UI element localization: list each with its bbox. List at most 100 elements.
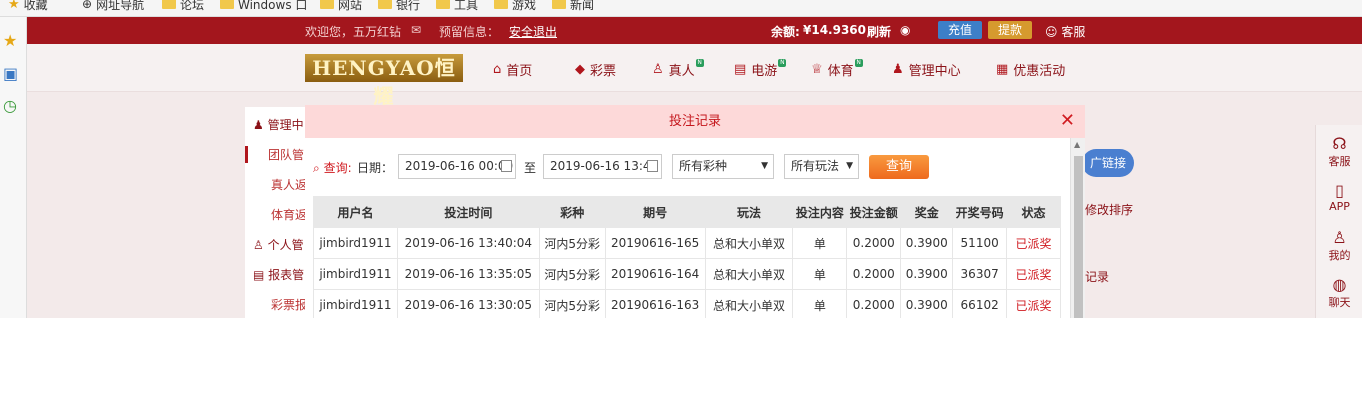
table-cell: 总和大小单双 xyxy=(704,258,794,290)
globe-icon: ⊕ xyxy=(82,0,93,11)
table-row: jimbird1911 2019-06-16 13:30:05 河内5分彩 20190… xyxy=(313,289,1061,318)
bet-record-modal: 投注记录 ✕ ⌕ 查询: 日期： 2019-06-16 00:00 至 2019… xyxy=(305,105,1085,318)
person-icon: ♙ xyxy=(253,238,264,252)
chat-float-button[interactable]: ◍ 聊天 xyxy=(1316,276,1362,310)
service-float-button[interactable]: ☊ 客服 xyxy=(1316,135,1362,169)
nav-live[interactable]: ♙ 真人 N xyxy=(652,58,708,79)
nav-slots[interactable]: ▤ 电游 N xyxy=(734,58,790,79)
person-icon: ♙ xyxy=(652,62,664,77)
nav-home[interactable]: ⌂ 首页 xyxy=(493,60,532,79)
table-cell: 河内5分彩 xyxy=(538,258,606,290)
play-select[interactable]: 所有玩法 ▼ xyxy=(784,154,859,179)
status-cell: 已派奖 xyxy=(1006,258,1061,290)
bet-record-table: 用户名 投注时间 彩种 期号 玩法 投注内容 投注金额 奖金 开奖号码 状态 j… xyxy=(313,196,1061,318)
table-cell: 0.3900 xyxy=(900,258,954,290)
table-cell: 2019-06-16 13:30:05 xyxy=(396,289,540,318)
chevron-down-icon: ▼ xyxy=(761,161,768,171)
table-cell: 单 xyxy=(792,227,848,259)
status-cell: 已派奖 xyxy=(1006,289,1061,318)
top-bar: 欢迎您， 五万红钻 ✉ 预留信息： 安全退出 余额: ¥14.9360 刷新 ◉… xyxy=(27,17,1362,44)
promo-link-button[interactable]: 广链接 xyxy=(1082,149,1134,177)
col-bet-time: 投注时间 xyxy=(396,196,540,228)
menu-personal[interactable]: ♙ 个人管 xyxy=(253,236,304,253)
mail-icon[interactable]: ✉ xyxy=(411,23,421,37)
eye-icon[interactable]: ◉ xyxy=(900,23,910,37)
table-cell: 51100 xyxy=(952,227,1008,259)
col-prize: 奖金 xyxy=(900,196,954,228)
lottery-select[interactable]: 所有彩种 ▼ xyxy=(672,154,774,179)
col-username: 用户名 xyxy=(313,196,398,228)
phone-icon: ▯ xyxy=(1335,181,1344,200)
welcome-text: 欢迎您， xyxy=(305,25,354,39)
site-logo[interactable]: HENGYAO恒耀 xyxy=(305,54,463,108)
bookmark-forum[interactable]: 论坛 xyxy=(162,0,204,13)
scroll-up-icon[interactable]: ▲ xyxy=(1074,140,1080,149)
table-cell: 66102 xyxy=(952,289,1008,318)
refresh-link[interactable]: 刷新 xyxy=(867,23,891,40)
date-from-input[interactable]: 2019-06-16 00:00 xyxy=(398,154,516,179)
bookmark-tools[interactable]: 工具 xyxy=(436,0,478,13)
folder-icon xyxy=(220,0,234,9)
bookmark-favorites[interactable]: ★ 收藏 xyxy=(8,0,48,13)
modal-scrollbar[interactable]: ▲ xyxy=(1070,138,1085,318)
table-cell: jimbird1911 xyxy=(313,258,398,290)
right-float-bar: ☊ 客服 ▯ APP ♙ 我的 ◍ 聊天 xyxy=(1315,125,1362,318)
bookmarks-bar: ★ 收藏 ⊕ 网址导航 论坛 Windows 口 网站 银行 工具 游戏 新闻 xyxy=(0,0,1362,17)
withdraw-button[interactable]: 提款 xyxy=(988,21,1032,39)
table-cell: 0.3900 xyxy=(900,227,954,259)
menu-lottery-report[interactable]: 彩票报 xyxy=(271,296,307,313)
query-button[interactable]: 查询 xyxy=(869,155,929,179)
favorites-star-icon[interactable]: ★ xyxy=(3,31,17,50)
modal-title: 投注记录 xyxy=(305,105,1085,138)
menu-sports-rebate[interactable]: 体育返 xyxy=(271,206,307,223)
calendar-icon xyxy=(501,160,512,172)
sort-link[interactable]: 修改排序 xyxy=(1085,201,1133,218)
history-clock-icon[interactable]: ◷ xyxy=(3,96,17,115)
service-link[interactable]: ☺ 客服 xyxy=(1045,23,1085,40)
menu-reports[interactable]: ▤ 报表管 xyxy=(253,266,304,283)
chat-icon: ◍ xyxy=(1332,275,1347,294)
nav-management[interactable]: ♟ 管理中心 xyxy=(892,60,961,79)
to-label: 至 xyxy=(524,161,537,175)
bookmark-news[interactable]: 新闻 xyxy=(552,0,594,13)
menu-live-rebate[interactable]: 真人返 xyxy=(271,176,307,193)
bookmark-sites[interactable]: 网站 xyxy=(320,0,362,13)
bookmark-bank[interactable]: 银行 xyxy=(378,0,420,13)
nav-lottery[interactable]: ◆ 彩票 xyxy=(575,60,616,79)
recharge-button[interactable]: 充值 xyxy=(938,21,982,39)
menu-team[interactable]: 团队管 xyxy=(245,146,304,163)
menu-management[interactable]: ♟ 管理中 xyxy=(253,116,304,133)
table-cell: 总和大小单双 xyxy=(704,227,794,259)
close-icon[interactable]: ✕ xyxy=(1060,111,1075,131)
reader-icon[interactable]: ▣ xyxy=(3,64,18,83)
logout-link[interactable]: 安全退出 xyxy=(509,23,557,40)
date-to-input[interactable]: 2019-06-16 13:4 xyxy=(543,154,662,179)
mine-float-button[interactable]: ♙ 我的 xyxy=(1316,229,1362,263)
gift-icon: ▦ xyxy=(996,62,1009,77)
bookmark-games[interactable]: 游戏 xyxy=(494,0,536,13)
browser-sidebar: ★ ▣ ◷ xyxy=(0,17,27,318)
query-bar: ⌕ 查询: 日期： 2019-06-16 00:00 至 2019-06-16 … xyxy=(305,154,1075,179)
table-cell: 0.2000 xyxy=(846,289,902,318)
table-cell: jimbird1911 xyxy=(313,289,398,318)
scroll-thumb[interactable] xyxy=(1074,156,1083,318)
app-float-button[interactable]: ▯ APP xyxy=(1316,181,1362,214)
table-cell: 20190616-164 xyxy=(604,258,706,290)
username: 五万红钻 xyxy=(353,25,402,39)
bookmark-windows[interactable]: Windows 口 xyxy=(220,0,307,13)
table-cell: 20190616-165 xyxy=(604,227,706,259)
record-link[interactable]: 记录 xyxy=(1085,268,1109,285)
col-lottery: 彩种 xyxy=(538,196,606,228)
table-cell: 河内5分彩 xyxy=(538,227,606,259)
service-icon: ☺ xyxy=(1045,25,1058,39)
nav-promotions[interactable]: ▦ 优惠活动 xyxy=(996,60,1065,79)
nav-sports[interactable]: ♕ 体育 N xyxy=(811,58,867,79)
users-icon: ♟ xyxy=(892,62,904,77)
table-cell: 2019-06-16 13:40:04 xyxy=(396,227,540,259)
table-cell: 20190616-163 xyxy=(604,289,706,318)
folder-icon xyxy=(378,0,392,9)
folder-icon xyxy=(494,0,508,9)
folder-icon xyxy=(320,0,334,9)
bookmark-nav[interactable]: ⊕ 网址导航 xyxy=(82,0,144,13)
trophy-icon: ♕ xyxy=(811,62,823,77)
